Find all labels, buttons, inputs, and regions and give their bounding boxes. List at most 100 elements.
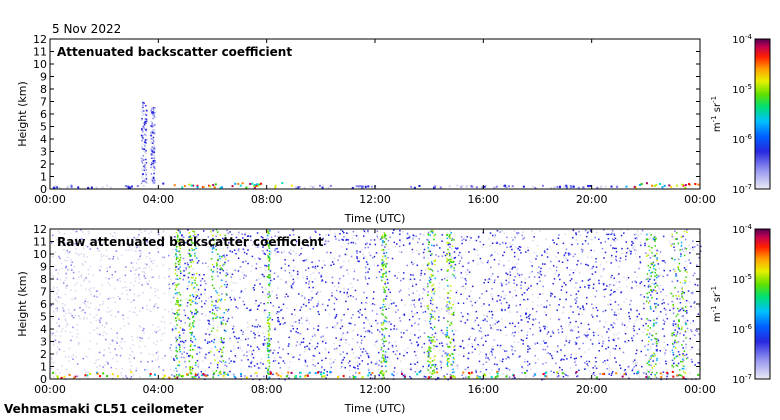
heatmap-cell bbox=[413, 351, 416, 353]
heatmap-cell bbox=[642, 372, 645, 374]
heatmap-cell bbox=[561, 327, 564, 330]
heatmap-cell bbox=[144, 113, 147, 116]
heatmap-cell bbox=[381, 328, 384, 330]
heatmap-cell bbox=[491, 242, 494, 245]
heatmap-cell bbox=[363, 255, 366, 258]
heatmap-cell bbox=[256, 363, 259, 365]
heatmap-cell bbox=[649, 256, 652, 259]
heatmap-cell bbox=[521, 273, 523, 276]
heatmap-cell bbox=[389, 299, 392, 301]
heatmap-cell bbox=[193, 249, 196, 251]
heatmap-cell bbox=[682, 354, 684, 357]
heatmap-cell bbox=[647, 329, 649, 331]
heatmap-cell bbox=[574, 287, 576, 289]
heatmap-cell bbox=[671, 257, 674, 260]
heatmap-cell bbox=[662, 328, 664, 330]
heatmap-cell bbox=[418, 294, 421, 296]
heatmap-cell bbox=[673, 362, 675, 364]
heatmap-cell bbox=[247, 344, 249, 346]
heatmap-cell bbox=[189, 310, 192, 313]
heatmap-cell bbox=[377, 369, 380, 371]
heatmap-cell bbox=[188, 249, 191, 252]
heatmap-cell bbox=[430, 316, 433, 318]
heatmap-cell bbox=[610, 254, 613, 257]
heatmap-cell bbox=[584, 308, 586, 310]
heatmap-cell bbox=[402, 277, 405, 280]
heatmap-cell bbox=[98, 250, 100, 253]
heatmap-cell bbox=[602, 340, 604, 343]
heatmap-cell bbox=[254, 258, 256, 260]
heatmap-cell bbox=[491, 369, 493, 371]
heatmap-cell bbox=[294, 321, 297, 323]
heatmap-cell bbox=[176, 293, 178, 296]
heatmap-cell bbox=[342, 351, 344, 353]
heatmap-cell bbox=[677, 268, 680, 271]
heatmap-cell bbox=[267, 276, 270, 279]
heatmap-cell bbox=[530, 261, 533, 264]
heatmap-cell bbox=[148, 252, 151, 254]
heatmap-cell bbox=[144, 134, 146, 137]
heatmap-cell bbox=[486, 320, 488, 322]
heatmap-cell bbox=[659, 349, 662, 352]
heatmap-cell bbox=[302, 259, 305, 262]
heatmap-cell bbox=[586, 296, 588, 299]
heatmap-cell bbox=[139, 340, 141, 342]
heatmap-cell bbox=[142, 176, 144, 179]
heatmap-cell bbox=[396, 357, 399, 360]
heatmap-cell bbox=[93, 295, 96, 297]
heatmap-cell bbox=[211, 300, 213, 303]
heatmap-cell bbox=[339, 233, 341, 235]
heatmap-cell bbox=[219, 264, 221, 267]
heatmap-cell bbox=[648, 376, 650, 378]
heatmap-cell bbox=[201, 305, 203, 308]
heatmap-cell bbox=[412, 274, 414, 276]
heatmap-cell bbox=[643, 296, 646, 298]
heatmap-cell bbox=[63, 375, 66, 378]
heatmap-cell bbox=[605, 261, 608, 263]
heatmap-cell bbox=[153, 157, 155, 160]
heatmap-cell bbox=[504, 326, 507, 329]
heatmap-cell bbox=[119, 298, 121, 300]
heatmap-cell bbox=[284, 263, 287, 265]
heatmap-cell bbox=[184, 311, 186, 313]
heatmap-cell bbox=[194, 361, 197, 364]
heatmap-cell bbox=[529, 313, 531, 316]
heatmap-cell bbox=[375, 322, 378, 325]
heatmap-cell bbox=[88, 289, 91, 291]
heatmap-cell bbox=[316, 291, 319, 293]
heatmap-cell bbox=[581, 280, 584, 282]
heatmap-cell bbox=[246, 253, 248, 255]
heatmap-cell bbox=[150, 179, 153, 181]
heatmap-cell bbox=[176, 303, 179, 306]
heatmap-cell bbox=[625, 373, 627, 376]
heatmap-cell bbox=[348, 322, 350, 324]
heatmap-cell bbox=[496, 329, 498, 331]
heatmap-cell bbox=[269, 258, 271, 260]
heatmap-cell bbox=[117, 375, 120, 378]
heatmap-cell bbox=[141, 147, 144, 149]
heatmap-cell bbox=[482, 319, 485, 322]
heatmap-cell bbox=[112, 258, 114, 260]
heatmap-cell bbox=[175, 257, 178, 259]
heatmap-cell bbox=[277, 352, 279, 354]
heatmap-cell bbox=[490, 348, 493, 350]
heatmap-cell bbox=[448, 353, 451, 356]
heatmap-cell bbox=[163, 321, 166, 323]
heatmap-cell bbox=[610, 256, 613, 258]
heatmap-cell bbox=[383, 358, 385, 361]
heatmap-cell bbox=[60, 341, 62, 344]
x-tick-label: 12:00 bbox=[359, 193, 391, 206]
heatmap-cell bbox=[547, 331, 550, 333]
heatmap-cell bbox=[437, 319, 440, 322]
heatmap-cell bbox=[603, 295, 606, 298]
heatmap-cell bbox=[672, 351, 674, 354]
heatmap-cell bbox=[300, 341, 303, 344]
y-axis-title: Height (km) bbox=[16, 81, 29, 147]
heatmap-cell bbox=[388, 304, 390, 306]
heatmap-cell bbox=[539, 329, 542, 332]
heatmap-cell bbox=[577, 306, 579, 308]
heatmap-cell bbox=[487, 334, 489, 336]
heatmap-cell bbox=[71, 298, 73, 300]
heatmap-cell bbox=[252, 356, 255, 359]
heatmap-cell bbox=[651, 282, 653, 284]
